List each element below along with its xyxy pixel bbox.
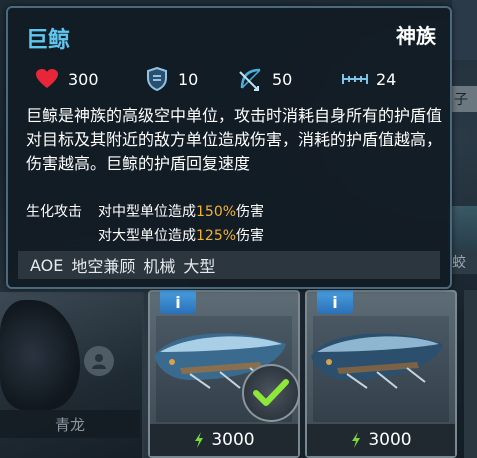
health-value: 300: [68, 69, 99, 89]
cost-bar: 3000: [150, 424, 298, 456]
energy-icon: [352, 432, 361, 448]
unit-card-whale-2[interactable]: i 3000: [305, 290, 457, 458]
unit-tags: AOE 地空兼顾 机械 大型: [18, 251, 440, 279]
unit-description: 巨鲸是神族的高级空中单位，攻击时消耗自身所有的护盾值对目标及其附近的敌方单位造成…: [26, 106, 443, 173]
background-unit-card-right[interactable]: [448, 206, 477, 256]
cost-value: 3000: [368, 430, 412, 450]
stat-range: 24: [342, 64, 396, 94]
unit-name: 巨鲸: [26, 28, 71, 53]
stats-row: 300 10 50 24: [34, 64, 444, 94]
stat-armor: 10: [144, 64, 198, 94]
background-panel-edge: [452, 0, 477, 60]
whale-unit-image: [311, 333, 443, 389]
attack-type-label: 生化攻击: [26, 204, 82, 220]
armor-value: 10: [178, 69, 199, 89]
bow-icon: [238, 66, 264, 92]
background-unit-label: 子: [452, 86, 477, 112]
selected-check-icon: [242, 364, 300, 422]
faction-label: 神族: [396, 24, 436, 48]
tag-aoe: AOE: [30, 255, 64, 275]
cost-value: 3000: [211, 430, 255, 450]
unit-tooltip: 巨鲸 神族 300 10 50 24 巨鲸是神族的高级空中单位，攻击时消耗自身所…: [6, 6, 452, 289]
attack-percent: 125%: [196, 228, 237, 244]
attack-suffix: 伤害: [236, 204, 265, 220]
energy-icon: [195, 432, 204, 448]
attack-info: 生化攻击 对中型单位造成 150% 伤害 对大型单位造成 125% 伤害: [26, 200, 446, 248]
unit-card-whale-1[interactable]: i 3000: [148, 290, 300, 458]
background-unit-label-2: 蛟: [452, 250, 477, 274]
attack-type-spacer: [26, 224, 98, 248]
attack-row-medium: 生化攻击 对中型单位造成 150% 伤害: [26, 200, 446, 224]
attack-value: 50: [272, 69, 293, 89]
range-value: 24: [376, 69, 397, 89]
attack-percent: 150%: [196, 204, 237, 220]
tag-mechanical: 机械: [143, 257, 176, 276]
cost-bar: 3000: [307, 424, 455, 456]
attack-prefix: 对中型单位造成: [98, 204, 196, 220]
tag-large: 大型: [183, 257, 216, 276]
tag-air-ground: 地空兼顾: [71, 257, 136, 276]
shield-icon: [144, 66, 170, 92]
info-button[interactable]: i: [317, 290, 353, 314]
attack-row-large: 对大型单位造成 125% 伤害: [26, 224, 446, 248]
background-card-edge: [464, 290, 477, 458]
attack-suffix: 伤害: [236, 228, 265, 244]
ruler-icon: [342, 66, 368, 92]
stat-health: 300: [34, 64, 99, 94]
heart-icon: [34, 66, 60, 92]
background-unit-name: 青龙: [0, 410, 140, 438]
avatar-icon: [84, 346, 114, 376]
attack-prefix: 对大型单位造成: [98, 228, 196, 244]
stat-attack: 50: [238, 64, 292, 94]
info-button[interactable]: i: [160, 290, 196, 314]
